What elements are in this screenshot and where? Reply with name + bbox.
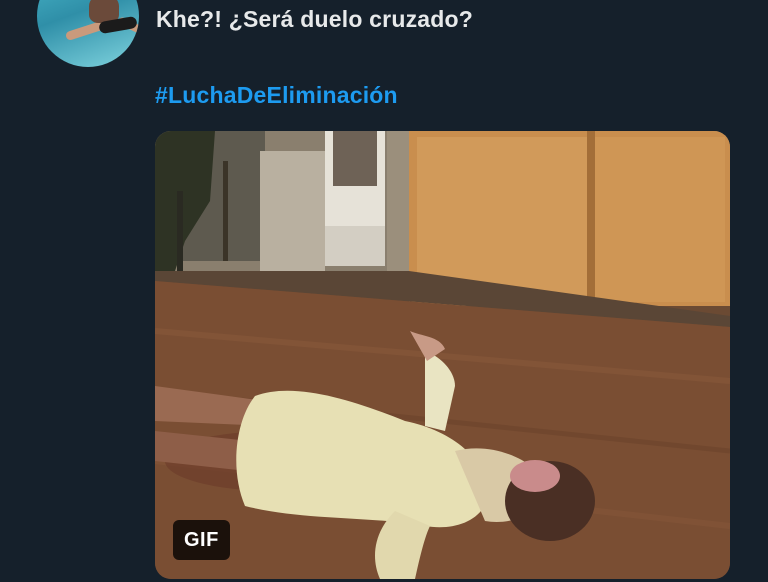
hashtag-link[interactable]: #LuchaDeEliminación [155,82,398,109]
avatar[interactable] [37,0,139,67]
gif-badge: GIF [173,520,230,560]
gif-media[interactable]: GIF [155,131,730,579]
tweet-text: Khe?! ¿Será duelo cruzado? [156,6,474,32]
gif-frame-image [155,131,730,579]
